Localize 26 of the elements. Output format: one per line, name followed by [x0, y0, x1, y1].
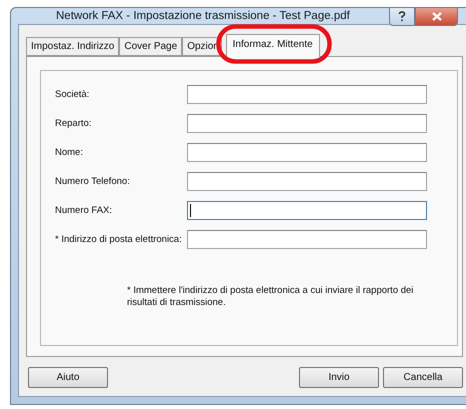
input-field[interactable] — [187, 114, 427, 132]
input-field[interactable] — [187, 84, 427, 104]
tab[interactable]: Impostaz. Indirizzo — [26, 37, 120, 56]
tab[interactable]: Opzior — [182, 37, 222, 56]
help-text-button[interactable]: Aiuto — [28, 367, 108, 388]
input-field[interactable] — [187, 200, 427, 220]
question-mark-icon — [398, 11, 406, 22]
input-field[interactable] — [187, 172, 427, 190]
close-button[interactable] — [415, 8, 458, 26]
text-cursor — [190, 204, 191, 216]
input-field[interactable] — [187, 230, 427, 248]
note-text: * Immettere l'indirizzo di posta elettronica a cui inviare il rapporto dei risultati di trasmissione. — [127, 285, 414, 309]
window-title: Network FAX - Impostazione trasmissione - Test Page.pdf — [56, 10, 350, 22]
help-button[interactable] — [389, 8, 415, 26]
field-label: Numero Telefono: — [55, 176, 131, 186]
tab[interactable]: Cover Page — [119, 37, 182, 56]
dialog-button[interactable]: Cancella — [383, 367, 463, 388]
field-label: * Indirizzo di posta elettronica: — [55, 234, 183, 244]
close-icon — [432, 12, 442, 21]
tab[interactable]: Informaz. Mittente — [226, 34, 320, 57]
field-label: Reparto: — [55, 118, 92, 128]
field-label: Numero FAX: — [55, 204, 114, 216]
field-label: Società: — [55, 88, 90, 100]
field-label: Nome: — [55, 146, 84, 158]
dialog-button[interactable]: Invio — [299, 367, 379, 388]
input-field[interactable] — [187, 142, 427, 162]
